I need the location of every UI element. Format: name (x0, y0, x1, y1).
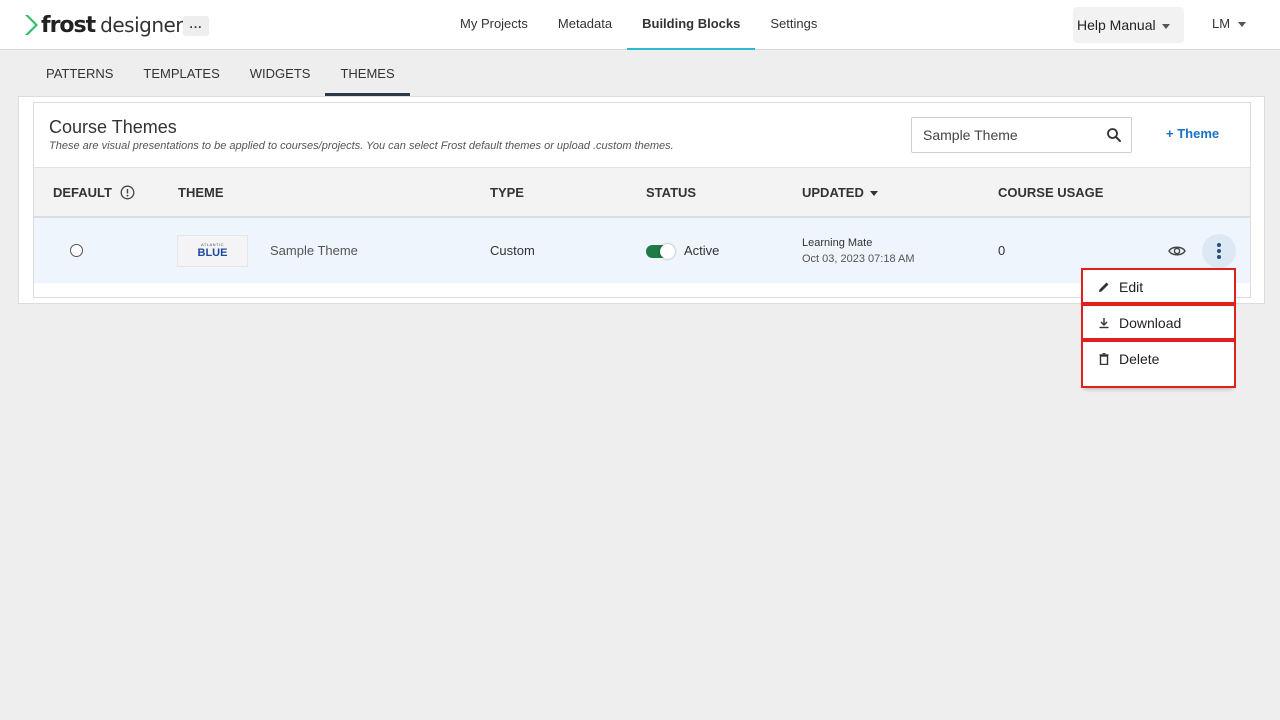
download-icon (1099, 318, 1109, 329)
theme-search (911, 117, 1132, 153)
chevron-down-icon (1238, 22, 1247, 28)
theme-thumbnail: ATLANTIC BLUE (177, 235, 248, 267)
column-header-theme: THEME (178, 185, 224, 200)
pencil-icon (1099, 282, 1109, 292)
column-header-updated[interactable]: UPDATED (802, 185, 878, 200)
logo-chevron-icon (25, 15, 38, 35)
status-toggle[interactable] (646, 244, 675, 259)
trash-icon (1099, 353, 1109, 365)
kebab-dot (1217, 243, 1221, 247)
logo-text-frost: frost (41, 12, 96, 38)
main-nav: My Projects Metadata Building Blocks Set… (445, 0, 832, 50)
frost-designer-logo[interactable]: frost designer (24, 11, 184, 39)
theme-name[interactable]: Sample Theme (270, 243, 358, 258)
updated-by: Learning Mate (802, 237, 873, 249)
help-manual-dropdown[interactable]: Help Manual (1073, 7, 1184, 43)
sort-desc-icon (869, 191, 878, 197)
menu-item-download-label: Download (1119, 315, 1182, 331)
menu-item-download[interactable]: Download (1081, 304, 1236, 340)
column-header-status: STATUS (646, 185, 697, 200)
toggle-knob (660, 244, 675, 259)
course-usage-count: 0 (998, 243, 1006, 258)
menu-item-edit-label: Edit (1119, 279, 1144, 295)
kebab-dot (1217, 249, 1221, 253)
search-icon[interactable] (1106, 127, 1122, 143)
kebab-dot (1217, 255, 1221, 259)
default-radio[interactable] (70, 244, 83, 257)
help-manual-label: Help Manual (1077, 17, 1156, 33)
nav-my-projects[interactable]: My Projects (445, 0, 543, 50)
column-header-default: DEFAULT (53, 185, 112, 200)
course-themes-card: Course Themes These are visual presentat… (33, 102, 1251, 298)
info-icon[interactable] (120, 185, 135, 200)
chevron-down-icon (1161, 23, 1170, 29)
menu-item-edit[interactable]: Edit (1081, 268, 1236, 304)
add-theme-button[interactable]: + Theme (1166, 126, 1219, 141)
theme-type: Custom (490, 243, 535, 258)
updated-timestamp: Oct 03, 2023 07:18 AM (802, 253, 915, 265)
more-actions-button[interactable] (1202, 234, 1236, 268)
thumbnail-text: BLUE (197, 247, 228, 259)
row-actions-menu: Edit Download Delete (1081, 268, 1236, 388)
user-initials: LM (1212, 16, 1231, 31)
page-description: These are visual presentations to be app… (49, 140, 674, 152)
tab-widgets[interactable]: WIDGETS (235, 52, 326, 96)
nav-building-blocks[interactable]: Building Blocks (627, 0, 756, 50)
tab-themes[interactable]: THEMES (325, 52, 410, 96)
column-header-updated-label: UPDATED (802, 185, 864, 200)
search-input[interactable] (912, 118, 1097, 152)
top-navbar: frost designer ... My Projects Metadata … (0, 0, 1280, 50)
tab-patterns[interactable]: PATTERNS (31, 52, 128, 96)
eye-icon[interactable] (1168, 243, 1186, 259)
nav-settings[interactable]: Settings (755, 0, 832, 50)
more-options-button[interactable]: ... (183, 16, 209, 36)
building-blocks-tabs: PATTERNS TEMPLATES WIDGETS THEMES (31, 52, 410, 96)
table-header: DEFAULT THEME TYPE STATUS UPDATED COURSE… (34, 167, 1250, 218)
table-row: ATLANTIC BLUE Sample Theme Custom Active… (34, 218, 1250, 283)
page-title: Course Themes (49, 117, 177, 137)
user-menu[interactable]: LM (1212, 16, 1247, 31)
column-header-course-usage: COURSE USAGE (998, 185, 1104, 200)
menu-item-delete-label: Delete (1119, 351, 1160, 367)
nav-metadata[interactable]: Metadata (543, 0, 627, 50)
column-header-type: TYPE (490, 185, 524, 200)
themes-panel: Course Themes These are visual presentat… (18, 96, 1265, 304)
menu-item-delete[interactable]: Delete (1081, 340, 1236, 388)
status-label: Active (684, 243, 720, 258)
logo-text-designer: designer (100, 13, 184, 37)
tab-templates[interactable]: TEMPLATES (128, 52, 234, 96)
